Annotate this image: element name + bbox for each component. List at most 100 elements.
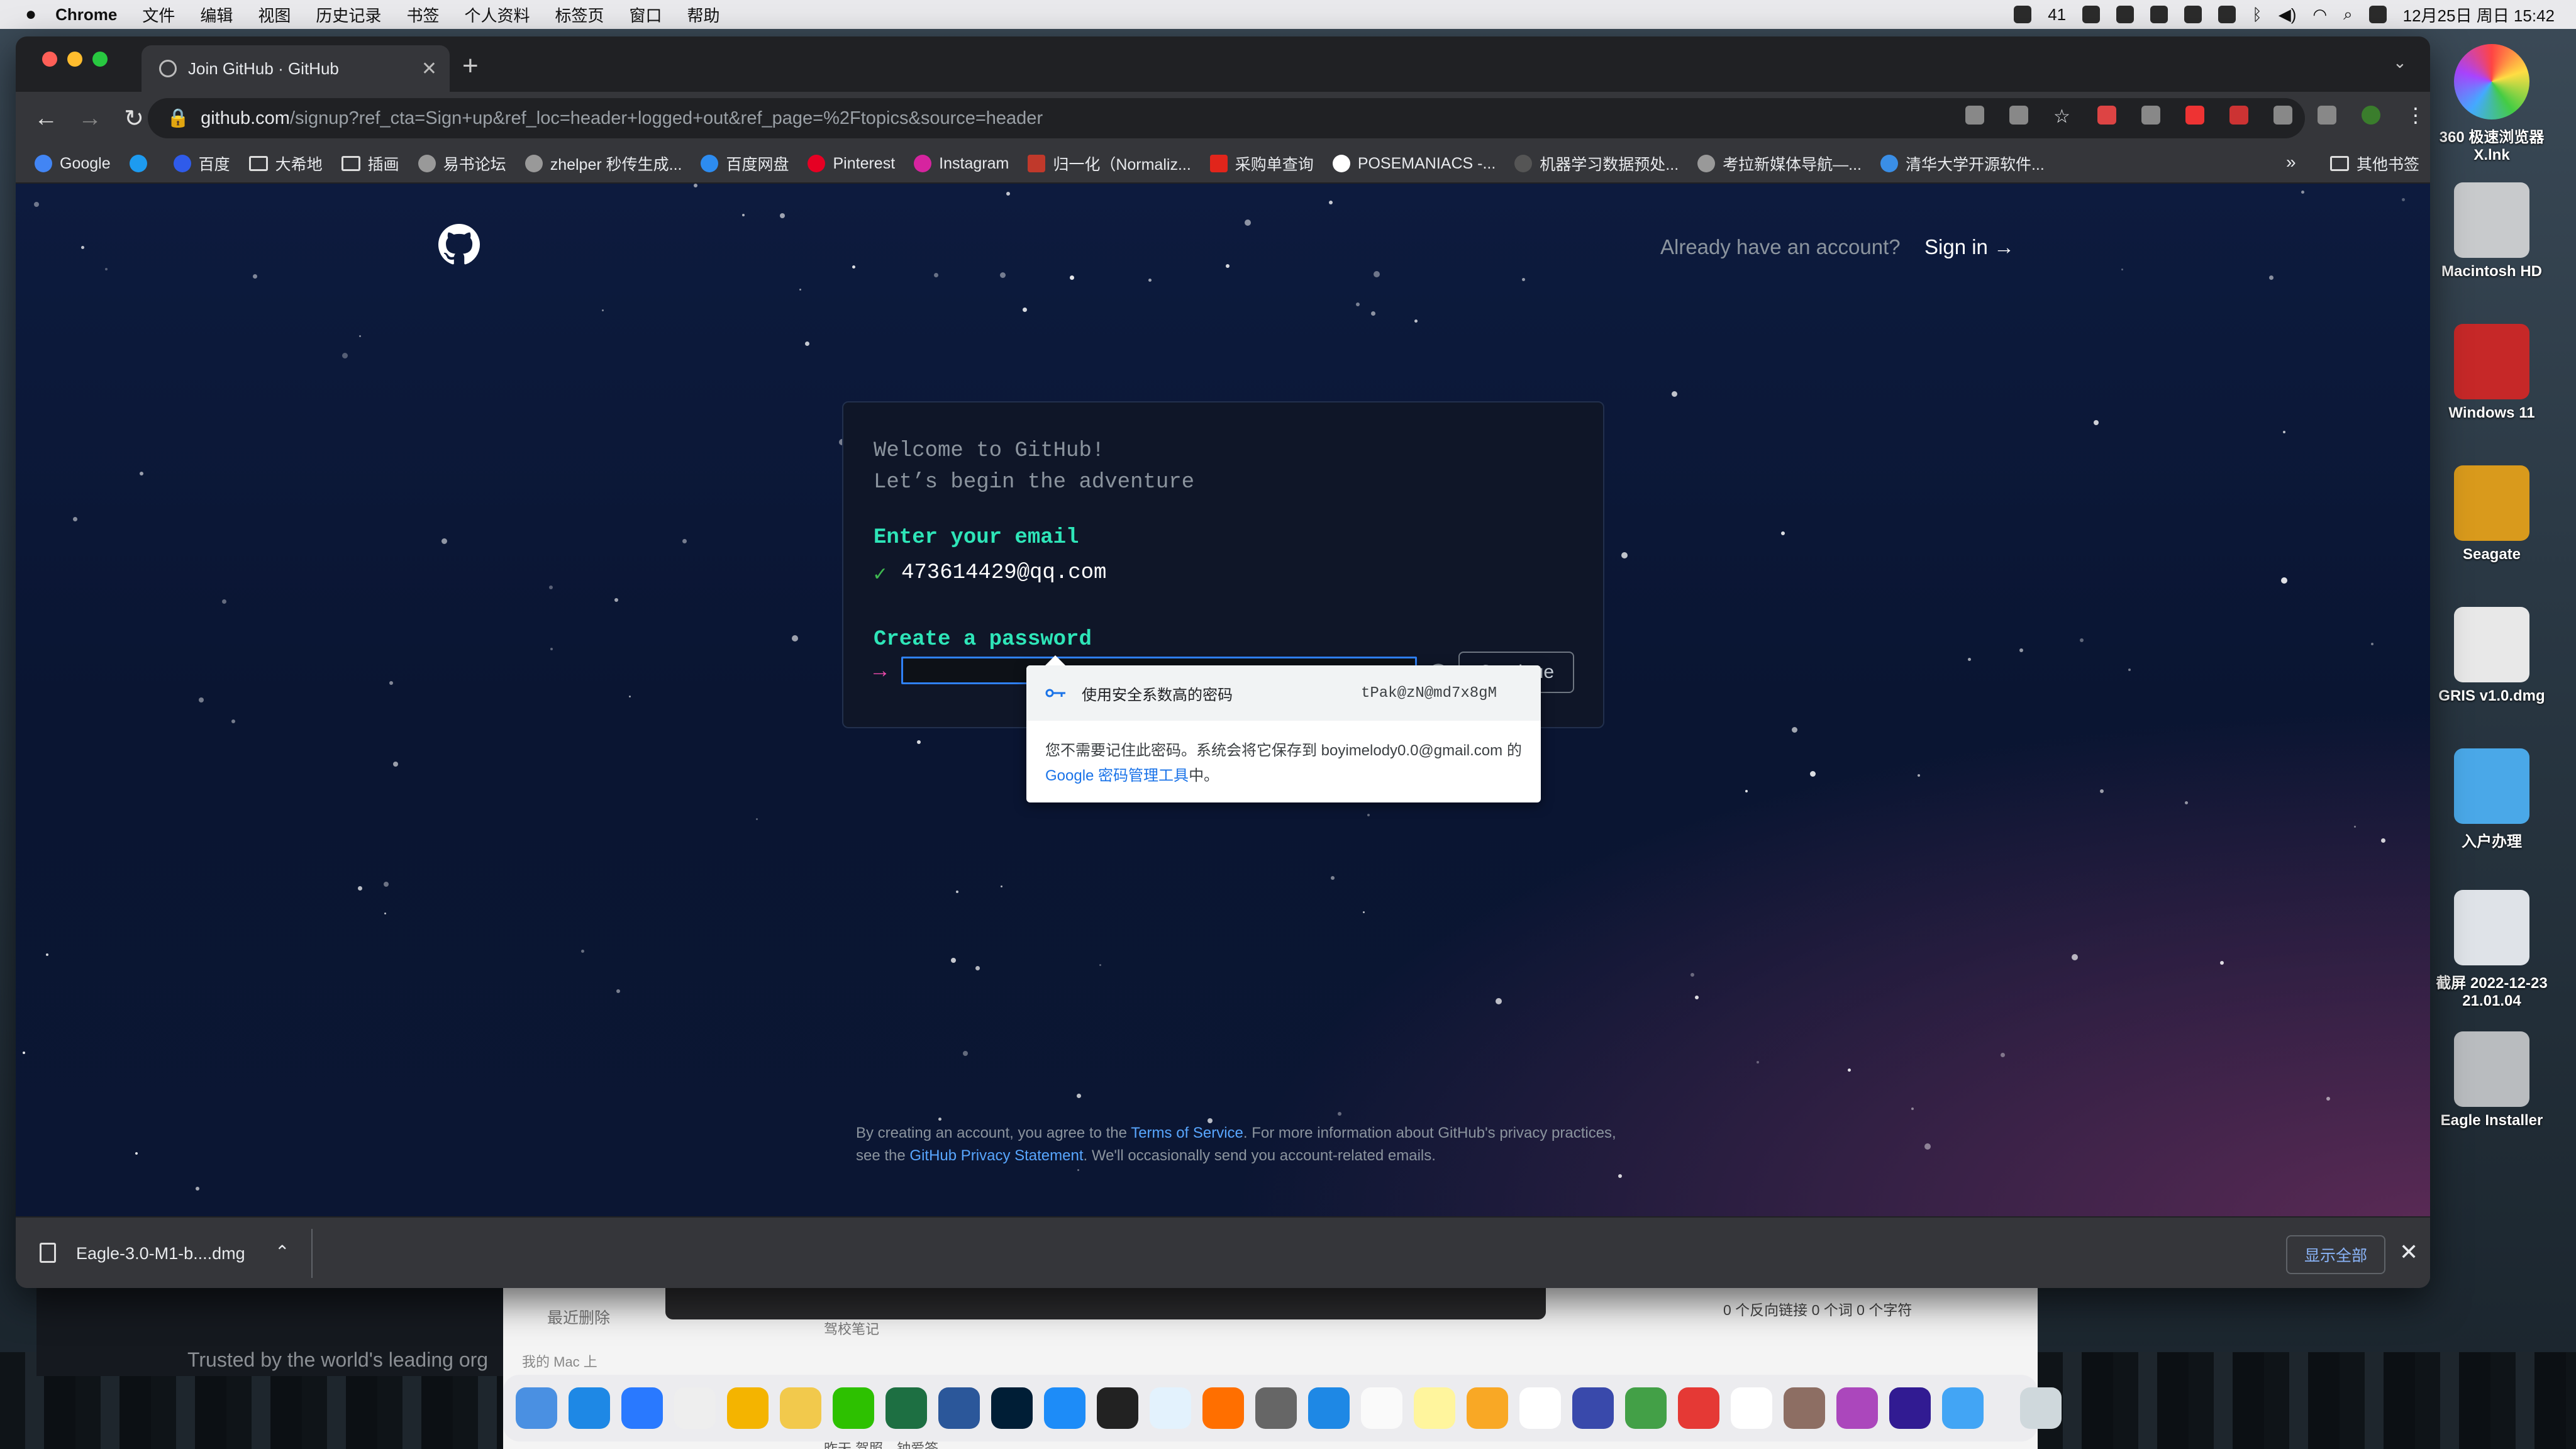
menu-item-help[interactable]: 帮助: [687, 3, 720, 26]
bookmark-posemaniacs[interactable]: POSEMANIACS -...: [1332, 155, 1496, 173]
translate-icon[interactable]: [1965, 106, 1984, 125]
bluetooth-icon[interactable]: ᛒ: [2252, 5, 2262, 25]
other-bookmarks-folder[interactable]: 其他书签: [2330, 152, 2419, 175]
launchpad-icon[interactable]: [674, 1387, 716, 1429]
control-center-icon[interactable]: [2368, 6, 2387, 23]
close-shelf-icon[interactable]: ✕: [2399, 1239, 2418, 1265]
terms-of-service-link[interactable]: Terms of Service: [1131, 1124, 1243, 1141]
wechat-icon[interactable]: [833, 1387, 874, 1429]
more-menu-icon[interactable]: ⋮: [2406, 103, 2426, 127]
volume-icon[interactable]: ◀): [2279, 5, 2297, 25]
dock-app-icon[interactable]: [1202, 1387, 1244, 1429]
menu-item-history[interactable]: 历史记录: [316, 3, 381, 26]
desktop-icon-gris-dmg[interactable]: GRIS v1.0.dmg: [2432, 607, 2551, 705]
bookmarks-overflow-button[interactable]: »: [2286, 152, 2296, 172]
github-logo-icon[interactable]: [438, 224, 480, 265]
dock-app-icon[interactable]: [780, 1387, 821, 1429]
side-panel-icon[interactable]: [2318, 106, 2336, 125]
email-value[interactable]: 473614429@qq.com: [901, 561, 1106, 585]
calculator-icon[interactable]: [1255, 1387, 1297, 1429]
tab-github-signup[interactable]: Join GitHub · GitHub ✕: [142, 45, 450, 92]
zoom-window-button[interactable]: [92, 52, 108, 67]
desktop-icon-eagle-installer[interactable]: Eagle Installer: [2432, 1031, 2551, 1130]
status-app-icon[interactable]: [2218, 6, 2236, 23]
dock-app-icon[interactable]: [1467, 1387, 1508, 1429]
status-app-icon[interactable]: [2014, 6, 2032, 23]
dock-app-icon[interactable]: [621, 1387, 663, 1429]
dock-app-icon[interactable]: [1836, 1387, 1878, 1429]
bookmark-normalization[interactable]: 归一化（Normaliz...: [1028, 152, 1191, 175]
apple-icon[interactable]: ●: [25, 4, 36, 25]
menu-item-edit[interactable]: 编辑: [200, 3, 233, 26]
extension-icon[interactable]: [2229, 106, 2248, 125]
status-app-icon[interactable]: [2150, 6, 2168, 23]
dock-app-icon[interactable]: [1572, 1387, 1614, 1429]
bookmark-baidu-pan[interactable]: 百度网盘: [701, 152, 789, 175]
use-strong-password-option[interactable]: 使用安全系数高的密码 tPak@zN@md7x8gM: [1026, 665, 1541, 721]
photoshop-icon[interactable]: [991, 1387, 1033, 1429]
status-app-icon[interactable]: [2082, 6, 2101, 23]
bookmark-jd[interactable]: 采购单查询: [1209, 152, 1314, 175]
chrome-icon[interactable]: [727, 1387, 769, 1429]
wifi-icon[interactable]: ◠: [2312, 5, 2327, 25]
minimize-window-button[interactable]: [67, 52, 82, 67]
sign-in-link[interactable]: Sign in →: [1924, 235, 2014, 259]
desktop-icon-windows11[interactable]: Windows 11: [2432, 324, 2551, 422]
status-badge-count[interactable]: 41: [2048, 5, 2066, 25]
menu-item-bookmarks[interactable]: 书签: [406, 3, 439, 26]
lock-icon[interactable]: 🔒: [167, 108, 189, 129]
google-password-manager-link[interactable]: Google 密码管理工具: [1045, 767, 1189, 784]
extension-icon[interactable]: [2185, 106, 2204, 125]
bookmark-folder-daxidi[interactable]: 大希地: [248, 152, 323, 175]
status-app-icon[interactable]: [2184, 6, 2202, 23]
extension-icon[interactable]: [2097, 106, 2116, 125]
share-icon[interactable]: [2009, 106, 2028, 125]
dock-app-icon[interactable]: [1625, 1387, 1667, 1429]
close-window-button[interactable]: [42, 52, 57, 67]
new-tab-button[interactable]: +: [462, 50, 479, 82]
desktop-icon-screenshot[interactable]: 截屏 2022-12-23 21.01.04: [2432, 890, 2551, 1010]
bookmark-instagram[interactable]: Instagram: [914, 155, 1009, 173]
excel-icon[interactable]: [886, 1387, 927, 1429]
privacy-statement-link[interactable]: GitHub Privacy Statement: [909, 1147, 1083, 1164]
status-app-icon[interactable]: [2116, 6, 2135, 23]
dock-app-icon[interactable]: [1889, 1387, 1931, 1429]
desktop-icon-360-browser[interactable]: 360 极速浏览器X.lnk: [2432, 44, 2551, 164]
dock-app-icon[interactable]: [1097, 1387, 1138, 1429]
tab-search-chevron-icon[interactable]: ⌄: [2393, 53, 2407, 72]
spotlight-search-icon[interactable]: ⌕: [2343, 4, 2353, 25]
bookmark-tsinghua[interactable]: 清华大学开源软件...: [1880, 152, 2045, 175]
forward-arrow-icon[interactable]: →: [76, 105, 104, 132]
menu-item-file[interactable]: 文件: [142, 3, 175, 26]
desktop-icon-folder[interactable]: 入户办理: [2432, 748, 2551, 851]
menu-item-profile[interactable]: 个人资料: [464, 3, 530, 26]
notes-icon[interactable]: [1414, 1387, 1455, 1429]
bookmark-yishu[interactable]: 易书论坛: [418, 152, 506, 175]
puzzle-extensions-icon[interactable]: [2273, 106, 2292, 125]
dock-app-icon[interactable]: [1044, 1387, 1085, 1429]
desktop-icon-macintosh-hd[interactable]: Macintosh HD: [2432, 182, 2551, 280]
safari-icon[interactable]: [569, 1387, 610, 1429]
dock-app-icon[interactable]: [1678, 1387, 1719, 1429]
bookmark-zhelper[interactable]: zhelper 秒传生成...: [525, 152, 682, 175]
chevron-up-icon[interactable]: ⌃: [275, 1241, 289, 1262]
menu-app-name[interactable]: Chrome: [55, 5, 117, 25]
wps-icon[interactable]: [1731, 1387, 1772, 1429]
back-arrow-icon[interactable]: ←: [32, 105, 60, 132]
menu-item-window[interactable]: 窗口: [629, 3, 662, 26]
profile-avatar[interactable]: [2362, 106, 2380, 125]
show-all-downloads-button[interactable]: 显示全部: [2286, 1235, 2385, 1274]
bookmark-baidu[interactable]: 百度: [173, 152, 230, 175]
trash-icon[interactable]: [2020, 1387, 2062, 1429]
menu-item-view[interactable]: 视图: [258, 3, 291, 26]
reminders-icon[interactable]: [1361, 1387, 1402, 1429]
desktop-icon-seagate[interactable]: Seagate: [2432, 465, 2551, 564]
bookmark-star-icon[interactable]: ☆: [2053, 106, 2072, 127]
menubar-datetime[interactable]: 12月25日 周日 15:42: [2403, 3, 2555, 26]
reload-icon[interactable]: ↻: [120, 104, 148, 133]
download-filename[interactable]: Eagle-3.0-M1-b....dmg: [76, 1244, 245, 1263]
app-store-icon[interactable]: [1308, 1387, 1350, 1429]
photos-icon[interactable]: [1519, 1387, 1561, 1429]
bookmark-google[interactable]: Google: [35, 155, 111, 173]
bookmark-twitter[interactable]: [129, 155, 155, 172]
